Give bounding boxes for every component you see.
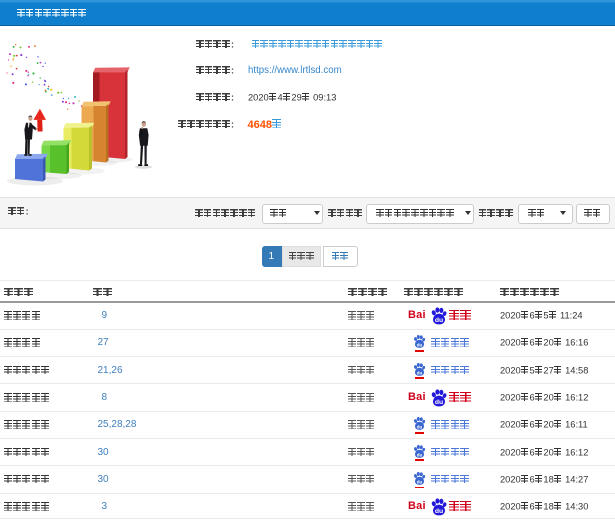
svg-text:du: du: [416, 343, 422, 348]
svg-text:du: du: [416, 452, 422, 457]
svg-text:du: du: [416, 370, 422, 375]
svg-text:du: du: [434, 508, 442, 515]
svg-text:du: du: [416, 479, 422, 484]
svg-text:du: du: [416, 425, 422, 430]
svg-text:du: du: [434, 317, 442, 324]
svg-text:du: du: [434, 399, 442, 406]
